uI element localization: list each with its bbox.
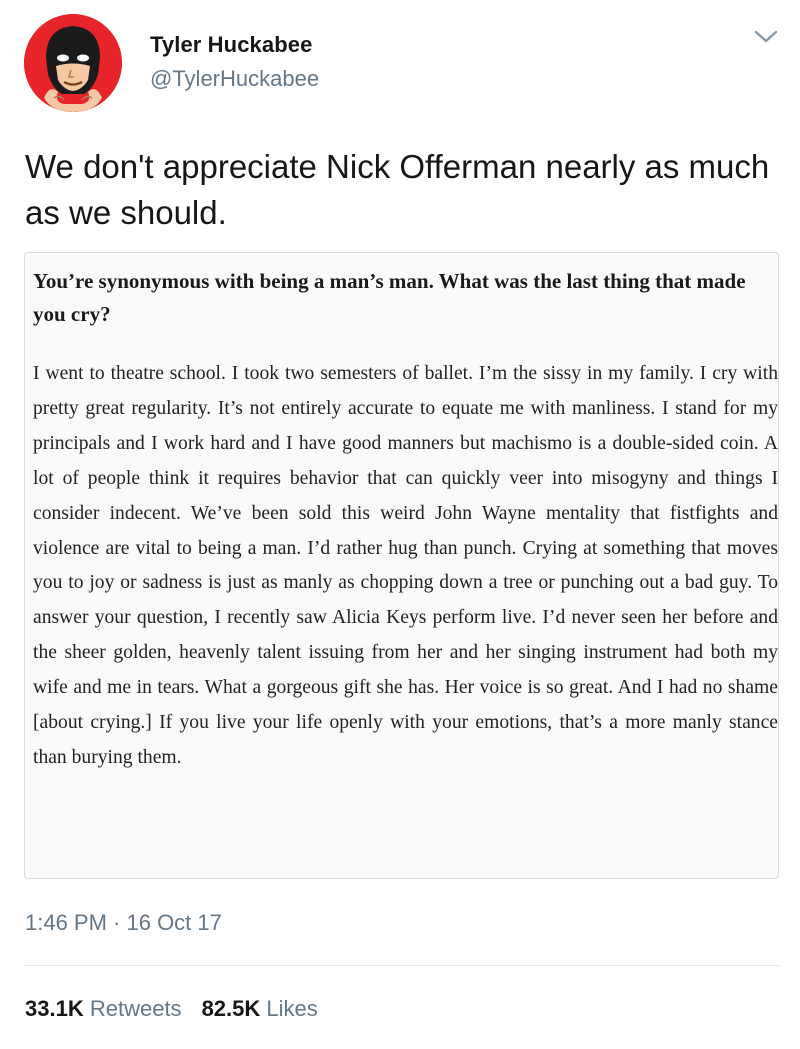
divider: [24, 965, 780, 966]
avatar[interactable]: [24, 14, 122, 112]
likes-stat[interactable]: 82.5K Likes: [202, 996, 318, 1021]
tweet-text: We don't appreciate Nick Offerman nearly…: [25, 148, 770, 231]
retweets-stat[interactable]: 33.1K Retweets: [25, 996, 182, 1021]
interview-answer: I went to theatre school. I took two sem…: [33, 363, 778, 768]
masked-hero-avatar-icon: [24, 14, 122, 112]
retweets-count: 33.1K: [25, 996, 84, 1021]
tweet-timestamp[interactable]: 1:46 PM · 16 Oct 17: [25, 910, 222, 936]
interview-question: You’re synonymous with being a man’s man…: [33, 269, 746, 326]
chevron-down-icon[interactable]: [752, 28, 780, 46]
likes-count: 82.5K: [201, 996, 261, 1021]
tweet-header: Tyler Huckabee @TylerHuckabee: [0, 0, 800, 120]
quoted-image[interactable]: You’re synonymous with being a man’s man…: [24, 252, 779, 879]
retweets-label: Retweets: [89, 996, 182, 1021]
author-name[interactable]: Tyler Huckabee: [150, 32, 312, 58]
tweet-stats: 33.1K Retweets 82.5K Likes: [25, 996, 318, 1022]
likes-label: Likes: [266, 996, 318, 1021]
author-handle[interactable]: @TylerHuckabee: [150, 66, 319, 92]
